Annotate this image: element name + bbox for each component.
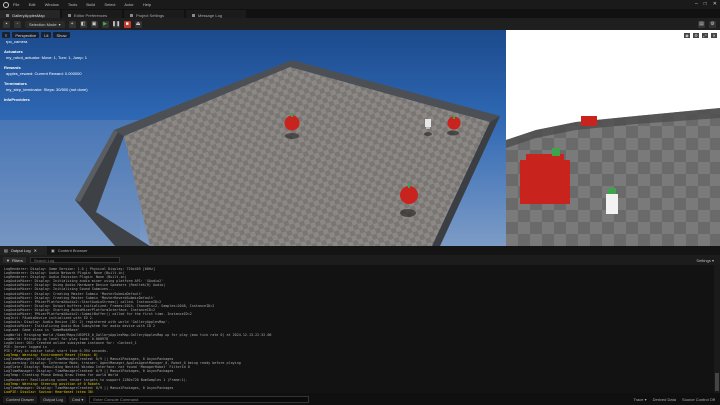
camera-icon[interactable]: ◉: [684, 33, 690, 38]
agent-camera-preview: ◉ ⚙ ⤢ ✕: [506, 30, 720, 246]
menu-build[interactable]: Build: [86, 2, 95, 7]
tab-label: Editor Preferences: [74, 12, 108, 18]
viewport-toolbar: ≡ Perspective Lit Show: [2, 32, 70, 38]
debug-rewards: apples_reward: Current Reward: 0.000000: [6, 71, 82, 76]
arena-floor: [124, 67, 490, 246]
blueprint-icon[interactable]: ◧: [79, 20, 87, 28]
tab-message-log[interactable]: Message Log: [186, 10, 246, 18]
scrollbar-thumb[interactable]: [715, 373, 719, 391]
add-actor-icon[interactable]: +: [68, 20, 76, 28]
status-bar: Content Drawer Output Log Cmd ▾ Enter Co…: [0, 393, 720, 405]
filters-dropdown[interactable]: ▼ Filters: [3, 257, 26, 263]
debug-camera: rpo_camera: [6, 39, 28, 44]
content-icon[interactable]: ▫: [14, 20, 21, 28]
gear-icon: [68, 13, 71, 17]
output-log-list[interactable]: LogRenderer: Display: Game Version: 1.0 …: [0, 265, 714, 393]
log-icon: ▤: [4, 248, 8, 253]
tab-level-map[interactable]: GalleryApplesMap: [0, 10, 60, 18]
main-menu: File Edit Window Tools Build Select Acto…: [13, 2, 159, 7]
filters-label: Filters: [11, 257, 23, 263]
main-toolbar: ▪ ▫ Selection Mode ▾ + ◧ ▣ ▶ ❚❚ ■ ⏏ ▤ ⚙: [0, 18, 720, 30]
camera-robot: [606, 194, 618, 214]
pause-button[interactable]: ❚❚: [112, 20, 120, 28]
menu-file[interactable]: File: [13, 2, 19, 7]
unreal-logo-icon[interactable]: [3, 1, 9, 8]
debug-infoproviders-heading: InfoProviders: [4, 97, 30, 102]
menu-tools[interactable]: Tools: [68, 2, 77, 7]
perspective-button[interactable]: Perspective: [12, 32, 40, 38]
menu-window[interactable]: Window: [45, 2, 59, 7]
tab-project-settings[interactable]: Project Settings: [124, 10, 184, 18]
cmd-dropdown[interactable]: Cmd ▾: [68, 395, 87, 403]
camera-apple-far: [581, 116, 597, 126]
viewport-menu-button[interactable]: ≡: [2, 32, 11, 38]
tab-editor-preferences[interactable]: Editor Preferences: [62, 10, 122, 18]
level-viewport[interactable]: ≡ Perspective Lit Show rpo_camera Actuat…: [0, 30, 506, 246]
menu-actor[interactable]: Actor: [124, 2, 133, 7]
agent-debug-overlay: rpo_camera Actuators my_robot_actuator: …: [4, 39, 88, 103]
debug-terminators: my_step_terminator: Steps: 30/500 (not d…: [6, 87, 88, 92]
document-tabs: GalleryApplesMap Editor Preferences Proj…: [0, 9, 720, 18]
content-drawer-button[interactable]: Content Drawer: [3, 395, 38, 403]
stop-button[interactable]: ■: [123, 20, 131, 28]
camera-toolbar: ◉ ⚙ ⤢ ✕: [684, 33, 717, 38]
chevron-down-icon: ▾: [58, 21, 61, 27]
output-log-button[interactable]: Output Log: [40, 395, 66, 403]
log-search-input[interactable]: Search Log: [29, 257, 120, 263]
tab-output-log-label: Output Log: [10, 248, 31, 253]
mode-label: Selection Mode: [29, 21, 57, 27]
title-bar: File Edit Window Tools Build Select Acto…: [0, 0, 720, 9]
menu-help[interactable]: Help: [143, 2, 151, 7]
debug-actuators: my_robot_actuator: Move: 1, Turn: 1, Jum…: [6, 55, 87, 60]
cinematics-icon[interactable]: ▣: [90, 20, 98, 28]
log-filter-bar: ▼ Filters Search Log Settings ▾: [0, 255, 720, 265]
show-button[interactable]: Show: [53, 32, 70, 38]
log-scrollbar[interactable]: [714, 265, 720, 393]
log-settings-button[interactable]: Settings ▾: [696, 258, 714, 263]
status-right: Trace ▾ Derived Data Source Control Off: [633, 397, 720, 402]
gear-icon: [130, 13, 133, 17]
filter-icon: ▼: [6, 257, 10, 263]
lit-button[interactable]: Lit: [41, 32, 52, 38]
console-command-input[interactable]: Enter Console Command: [89, 395, 310, 403]
gear-icon[interactable]: ⚙: [693, 33, 699, 38]
tab-label: Message Log: [198, 12, 223, 18]
level-icon: [6, 13, 9, 17]
tab-output-log[interactable]: ▤ Output Log ✕: [0, 246, 47, 255]
window-controls: – □ ✕: [695, 1, 717, 7]
minimize-button[interactable]: –: [695, 1, 698, 7]
bottom-panel-tabs: ▤ Output Log ✕ ▣ Content Browser: [0, 246, 720, 255]
camera-apple-near: [520, 148, 570, 204]
unreal-editor-window: File Edit Window Tools Build Select Acto…: [0, 0, 720, 405]
close-icon[interactable]: ✕: [711, 33, 717, 38]
tab-level-label: GalleryApplesMap: [12, 12, 45, 18]
tab-content-browser-label: Content Browser: [57, 248, 88, 253]
tab-content-browser[interactable]: ▣ Content Browser: [47, 246, 98, 255]
camera-render: [506, 30, 720, 246]
message-icon: [192, 13, 195, 17]
source-control-button[interactable]: Source Control Off: [682, 397, 715, 402]
expand-icon[interactable]: ⤢: [702, 33, 708, 38]
menu-select[interactable]: Select: [104, 2, 115, 7]
camera-robot-top: [608, 188, 616, 194]
tab-label: Project Settings: [136, 12, 165, 18]
settings-icon[interactable]: ⚙: [709, 20, 716, 28]
folder-icon: ▣: [50, 248, 55, 253]
selection-mode-dropdown[interactable]: Selection Mode ▾: [25, 20, 65, 28]
platforms-icon[interactable]: ▤: [698, 20, 705, 28]
derived-data-button[interactable]: Derived Data: [653, 397, 676, 402]
close-icon[interactable]: ✕: [34, 248, 37, 253]
menu-edit[interactable]: Edit: [29, 2, 36, 7]
toolbar-right: ▤ ⚙: [698, 20, 720, 28]
maximize-button[interactable]: □: [704, 1, 707, 7]
eject-icon[interactable]: ⏏: [134, 20, 142, 28]
play-button[interactable]: ▶: [101, 20, 109, 28]
trace-button[interactable]: Trace ▾: [633, 397, 646, 402]
save-icon[interactable]: ▪: [3, 20, 10, 28]
close-button[interactable]: ✕: [713, 1, 717, 7]
